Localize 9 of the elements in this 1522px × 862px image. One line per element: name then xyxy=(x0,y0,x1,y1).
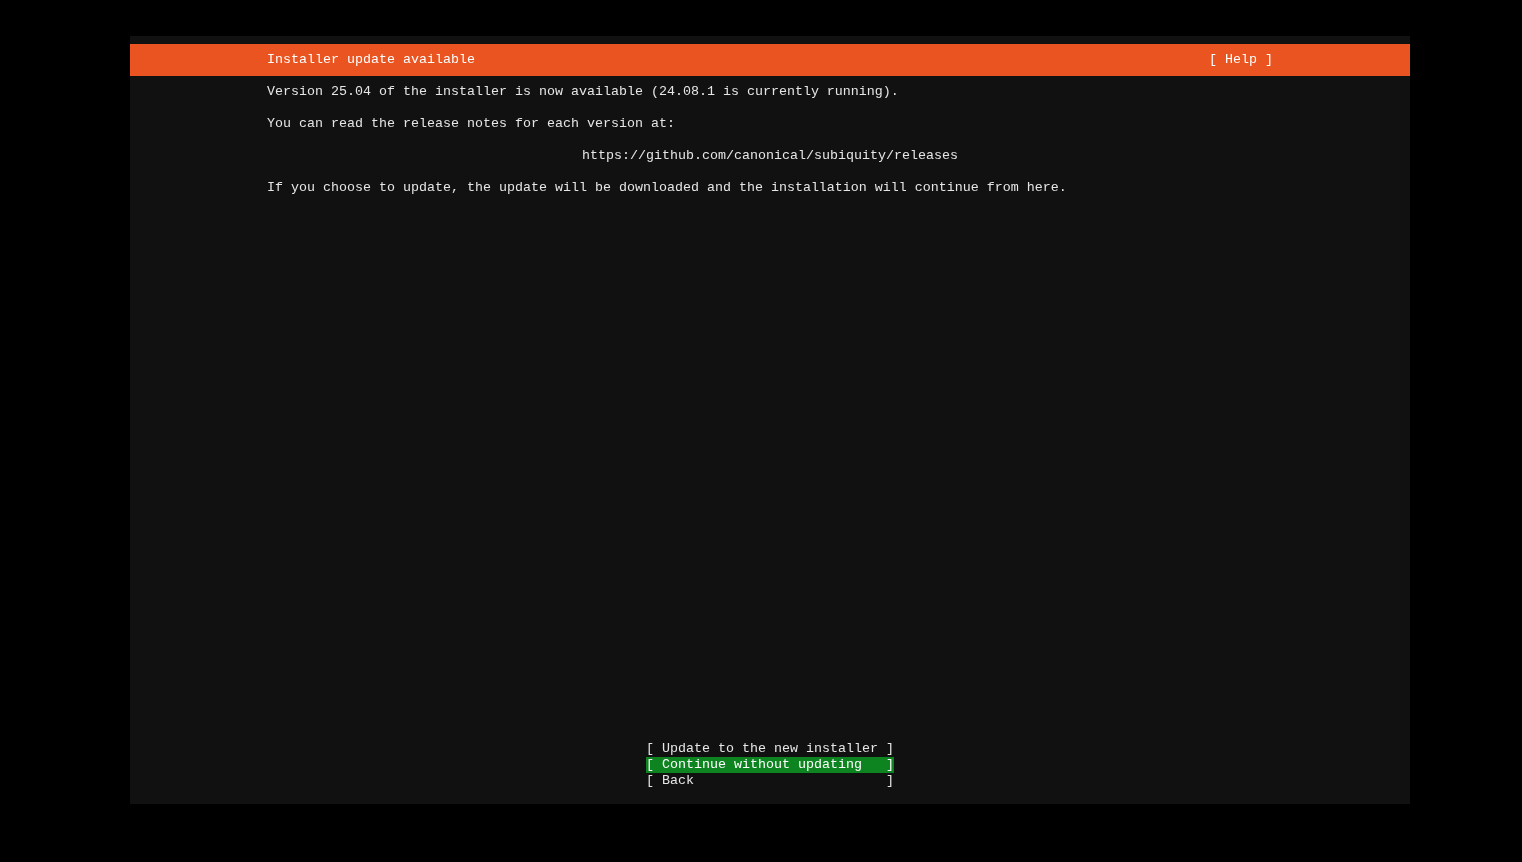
release-notes-url: https://github.com/canonical/subiquity/releases xyxy=(582,148,958,163)
menu-button[interactable]: [ Back ] xyxy=(646,773,894,789)
body-text: You can read the release notes for each version at: xyxy=(267,116,675,131)
help-button[interactable]: [ Help ] xyxy=(1209,52,1273,68)
body-text: If you choose to update, the update will be downloaded and the installation will continue from here. xyxy=(267,180,1067,195)
header-title: Installer update available xyxy=(267,52,475,68)
menu-button[interactable]: [ Update to the new installer ] xyxy=(646,741,894,757)
menu-button[interactable]: [ Continue without updating ] xyxy=(646,757,894,773)
body-text: Version 25.04 of the installer is now available (24.08.1 is currently running). xyxy=(267,84,899,99)
